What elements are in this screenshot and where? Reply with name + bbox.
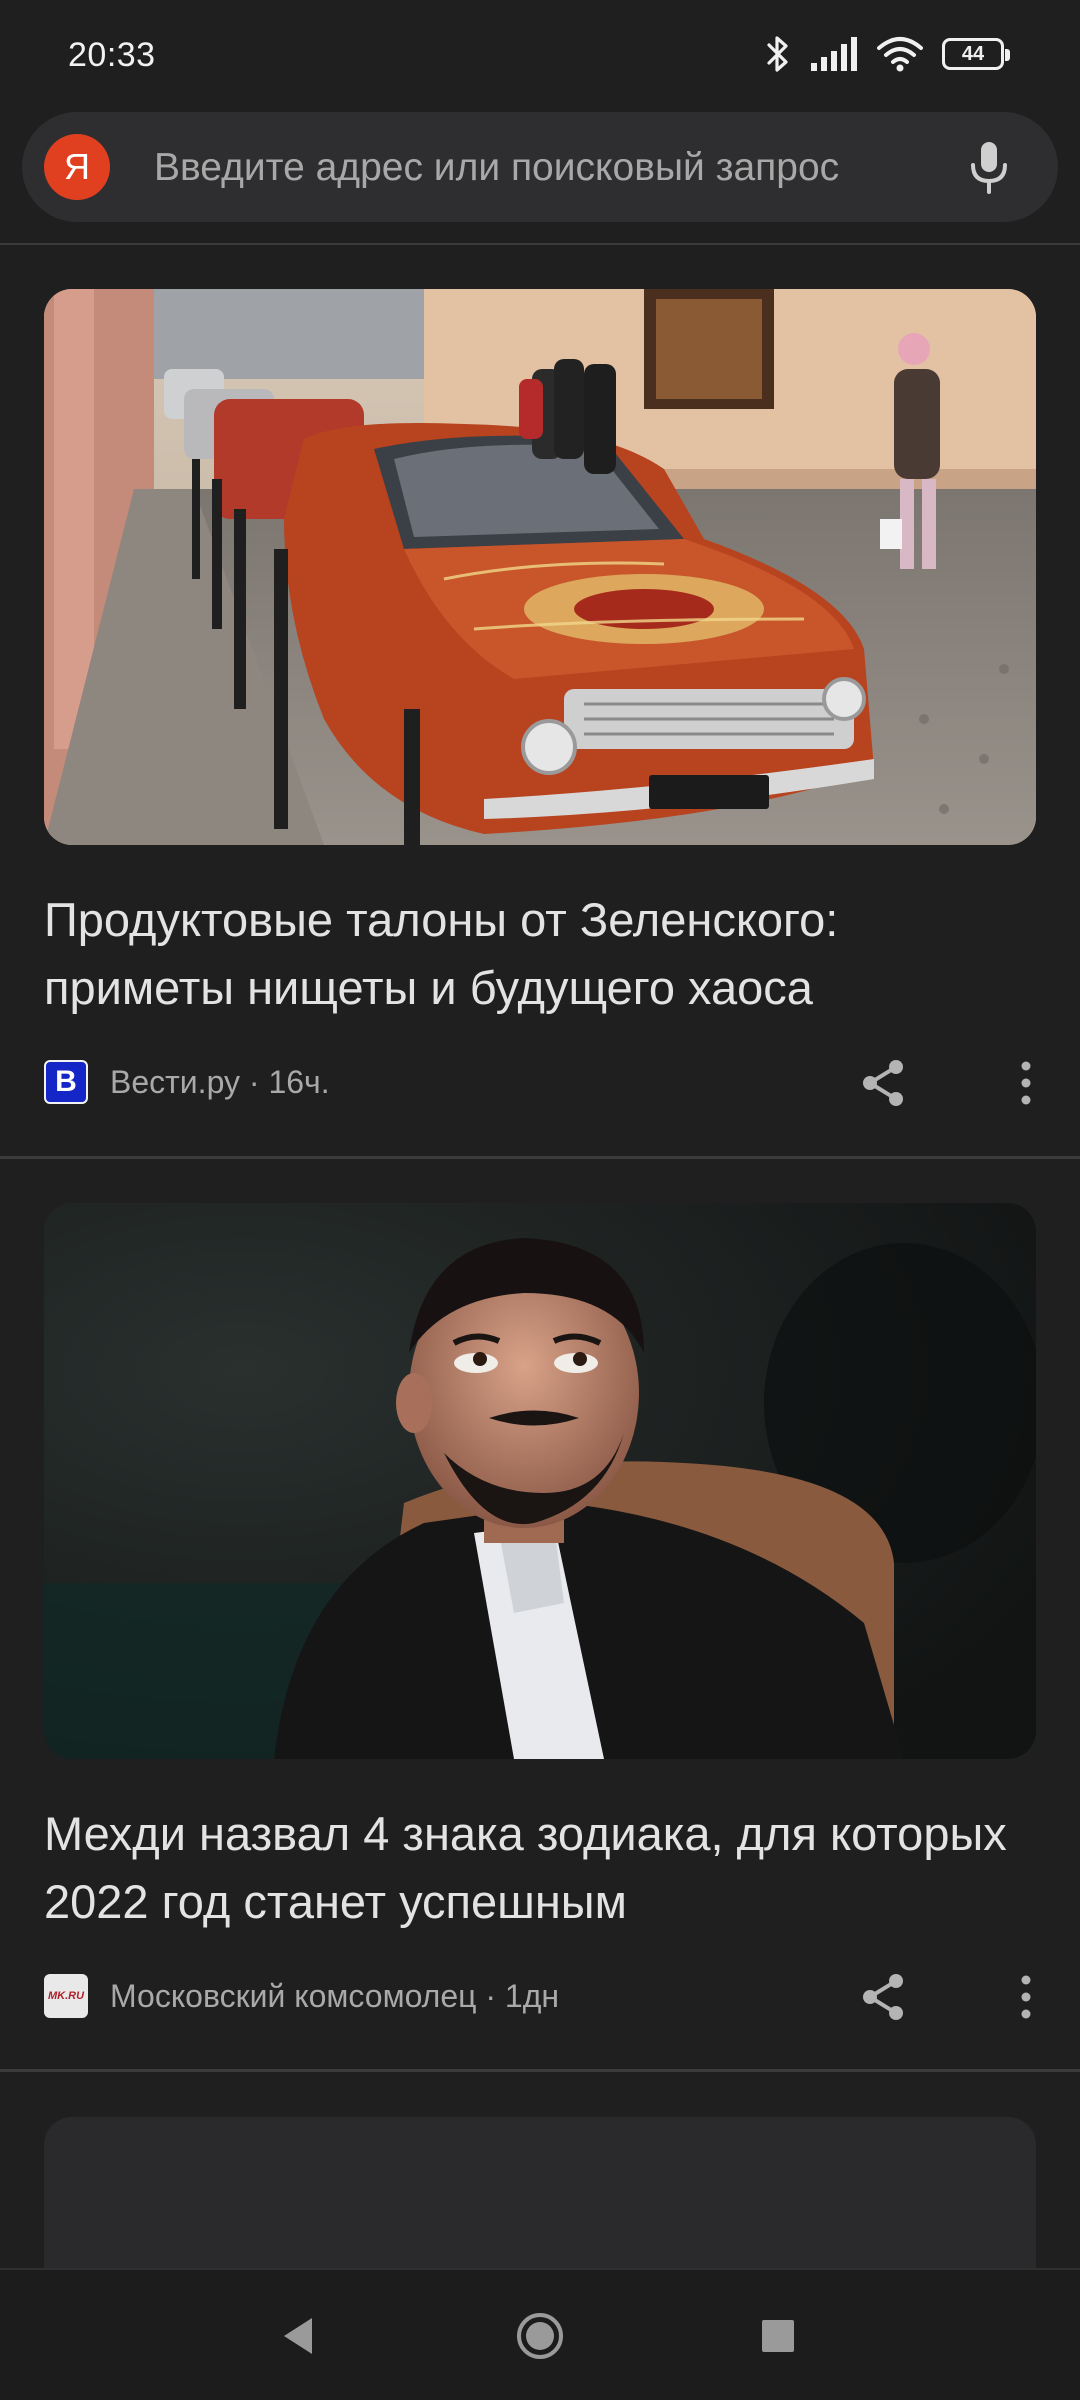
share-icon[interactable] (858, 1971, 910, 2023)
card-divider (0, 1156, 1080, 1159)
news-source[interactable]: Вести.ру · 16ч. (110, 1064, 330, 1101)
news-card[interactable]: Продуктовые талоны от Зеленского: примет… (0, 289, 1080, 1157)
news-card[interactable]: Мехди назвал 4 знака зодиака, для которы… (0, 1203, 1080, 2071)
status-time: 20:33 (68, 36, 156, 74)
browser-screen: 20:33 44 Я Введите адрес или поисковый з… (0, 0, 1080, 2400)
battery-level: 44 (961, 43, 985, 65)
battery-icon: 44 (942, 38, 1010, 70)
news-title[interactable]: Мехди назвал 4 знака зодиака, для которы… (44, 1800, 1034, 1936)
bluetooth-icon (767, 36, 788, 72)
news-title[interactable]: Продуктовые талоны от Зеленского: примет… (44, 886, 1034, 1022)
status-icons: 44 (764, 34, 1010, 74)
news-source[interactable]: Московский комсомолец · 1дн (110, 1978, 559, 2015)
yandex-logo[interactable]: Я (44, 134, 110, 200)
home-circle-icon[interactable] (514, 2310, 566, 2362)
news-image-mehdi[interactable] (44, 1203, 1036, 1759)
news-image-car[interactable] (44, 289, 1036, 845)
header-divider (0, 243, 1080, 245)
news-meta: В Вести.ру · 16ч. (44, 1057, 330, 1107)
source-logo-letter: В (55, 1065, 77, 1098)
status-bar: 20:33 44 (0, 0, 1080, 110)
system-nav-bar (0, 2268, 1080, 2400)
source-logo-letter: MK.RU (47, 1990, 85, 2002)
card-divider (0, 2069, 1080, 2072)
wifi-icon (877, 37, 923, 72)
address-bar[interactable]: Я (22, 112, 1058, 222)
microphone-icon[interactable] (960, 138, 1018, 196)
more-options-icon[interactable] (1000, 1971, 1052, 2023)
signal-icon (811, 37, 857, 71)
mk-logo: MK.RU (44, 1974, 88, 2018)
search-input[interactable] (154, 140, 954, 196)
back-triangle-icon[interactable] (274, 2310, 326, 2362)
more-options-icon[interactable] (1000, 1057, 1052, 1109)
vesti-logo: В (44, 1060, 88, 1104)
recent-square-icon[interactable] (752, 2310, 804, 2362)
share-icon[interactable] (858, 1057, 910, 1109)
news-meta: MK.RU Московский комсомолец · 1дн (44, 1971, 559, 2021)
